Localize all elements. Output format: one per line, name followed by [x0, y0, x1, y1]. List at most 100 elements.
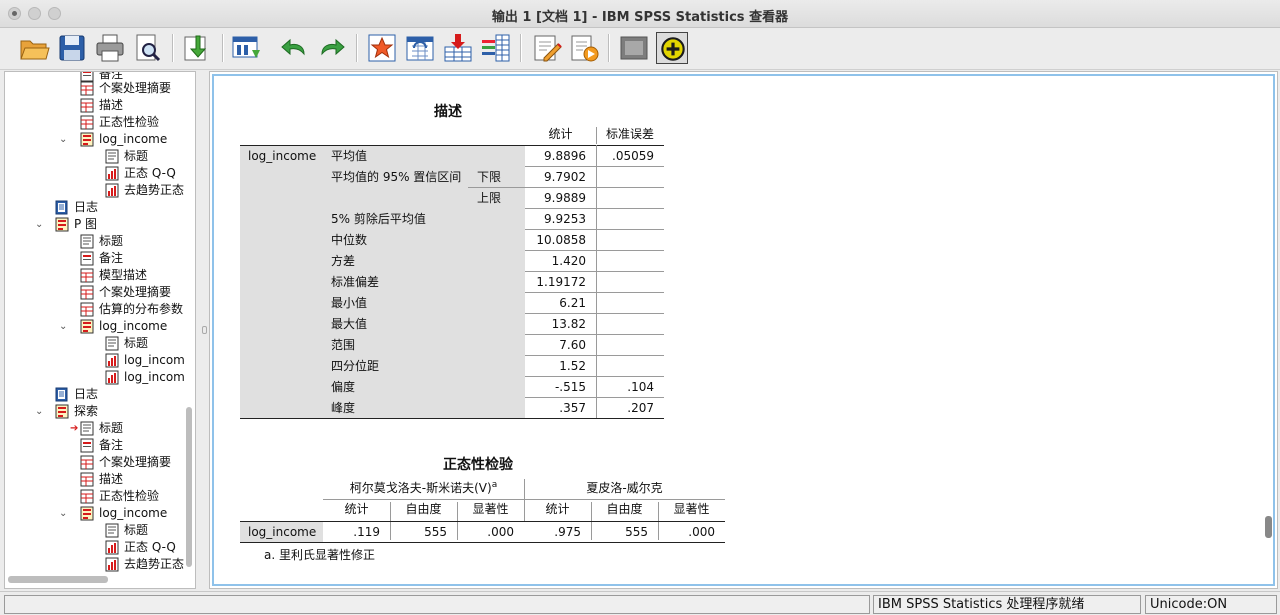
chevron-down-icon[interactable]: ⌄: [59, 318, 67, 335]
row-divider: [525, 334, 664, 335]
descriptives-row-label: 范围: [331, 338, 356, 352]
normality-subheader: 显著性: [472, 502, 509, 516]
add-icon[interactable]: [656, 32, 688, 64]
open-icon[interactable]: [18, 32, 50, 64]
row-divider: [525, 208, 664, 209]
designate-window-icon[interactable]: [618, 32, 650, 64]
row-divider: [525, 250, 664, 251]
descriptives-stat: -.515: [554, 380, 586, 394]
table-bottom-rule: [240, 542, 725, 543]
table-icon: [80, 81, 94, 96]
normality-subheader: 显著性: [673, 502, 710, 516]
descriptives-se: .207: [627, 401, 654, 415]
folder-output-icon: [55, 404, 69, 419]
descriptives-row-label: 中位数: [331, 233, 368, 247]
descriptives-row-label: 最小值: [331, 296, 368, 310]
status-unicode: Unicode:ON: [1145, 595, 1277, 614]
normality-value: .975: [554, 525, 581, 539]
script-icon[interactable]: [530, 32, 562, 64]
print-preview-icon[interactable]: [132, 32, 164, 64]
navigator-horizontal-scrollbar[interactable]: [8, 576, 108, 583]
notes-icon: [80, 251, 94, 266]
window-title: 输出 1 [文档 1] - IBM SPSS Statistics 查看器: [491, 10, 789, 25]
row-divider: [525, 355, 664, 356]
spss-viewer-window: 输出 1 [文档 1] - IBM SPSS Statistics 查看器 备注…: [0, 0, 1280, 615]
descriptives-se: [596, 251, 664, 272]
insert-cases-icon[interactable]: [442, 32, 474, 64]
toolbar-separator: [222, 34, 224, 62]
row-divider: [525, 166, 664, 167]
table-icon: [80, 98, 94, 113]
col-divider: [596, 127, 597, 144]
descriptives-stat: 7.60: [559, 338, 586, 352]
table-icon: [80, 268, 94, 283]
run-script-icon[interactable]: [568, 32, 600, 64]
row-divider: [525, 292, 664, 293]
notes-icon: [80, 438, 94, 453]
chart-icon: [105, 540, 119, 555]
descriptives-variable: log_income: [248, 149, 317, 163]
chevron-down-icon[interactable]: ⌄: [35, 216, 43, 233]
descriptives-row-label: 5% 剪除后平均值: [331, 212, 426, 226]
descriptives-stat: 6.21: [559, 296, 586, 310]
goto-case-icon[interactable]: [366, 32, 398, 64]
status-bar: IBM SPSS Statistics 处理程序就绪 Unicode:ON: [0, 591, 1280, 615]
descriptives-row-label: 上限: [477, 191, 502, 205]
descriptives-stat: 1.420: [551, 254, 586, 268]
undo-icon[interactable]: [278, 32, 310, 64]
toolbar-separator: [520, 34, 522, 62]
log-icon: [55, 387, 69, 402]
toolbar-separator: [608, 34, 610, 62]
goto-data-icon[interactable]: [230, 32, 262, 64]
descriptives-se: [596, 314, 664, 335]
variables-icon[interactable]: [480, 32, 512, 64]
folder-output-icon: [80, 132, 94, 147]
normality-subheader: 统计: [344, 502, 369, 516]
descriptives-row-label: 标准偏差: [331, 275, 380, 289]
normality-value: 555: [424, 525, 447, 539]
splitter-handle-icon[interactable]: [202, 326, 207, 334]
heading-icon: [105, 523, 119, 538]
chevron-down-icon[interactable]: ⌄: [35, 403, 43, 420]
current-item-arrow-icon: ➔: [70, 423, 79, 434]
toolbar: [0, 28, 1280, 70]
table-icon: [80, 302, 94, 317]
chart-icon: [105, 370, 119, 385]
goto-variable-icon[interactable]: [404, 32, 436, 64]
normality-title: 正态性检验: [443, 457, 513, 473]
folder-output-icon: [80, 506, 94, 521]
export-icon[interactable]: [180, 32, 212, 64]
row-divider: [525, 313, 664, 314]
table-icon: [80, 285, 94, 300]
status-empty-field: [4, 595, 870, 614]
title-bar: 输出 1 [文档 1] - IBM SPSS Statistics 查看器: [0, 0, 1280, 28]
chart-icon: [105, 353, 119, 368]
outline-navigator[interactable]: 备注 个案处理摘要 描述 正态性检验 ⌄ log_income 标题 正态 Q-…: [4, 71, 196, 589]
output-pane[interactable]: 描述 统计 标准误差 log_income 平均值的 95% 置信区间 平均值 …: [209, 71, 1278, 589]
chart-icon: [105, 557, 119, 572]
descriptives-row-label: 平均值: [331, 149, 368, 163]
descriptives-row-label: 四分位距: [331, 359, 380, 373]
normality-value: 555: [625, 525, 648, 539]
descriptives-se: [596, 293, 664, 314]
chevron-down-icon[interactable]: ⌄: [59, 505, 67, 522]
navigator-vertical-scrollbar[interactable]: [186, 407, 192, 567]
descriptives-title: 描述: [434, 104, 462, 120]
descriptives-stat: 9.9889: [544, 191, 586, 205]
print-icon[interactable]: [94, 32, 126, 64]
chart-icon: [105, 166, 119, 181]
sw-header: 夏皮洛-威尔克: [586, 481, 663, 495]
normality-value: .000: [487, 525, 514, 539]
output-vertical-scrollbar[interactable]: [1265, 516, 1272, 538]
descriptives-se: [596, 209, 664, 230]
chart-icon: [105, 183, 119, 198]
descriptives-row-label: 峰度: [331, 401, 356, 415]
status-message: IBM SPSS Statistics 处理程序就绪: [873, 595, 1141, 614]
descriptives-row-label: 下限: [477, 170, 502, 184]
chevron-down-icon[interactable]: ⌄: [59, 131, 67, 148]
save-icon[interactable]: [56, 32, 88, 64]
descriptives-stat: .357: [559, 401, 586, 415]
redo-icon[interactable]: [316, 32, 348, 64]
descriptives-stat: 10.0858: [536, 233, 586, 247]
log-icon: [55, 200, 69, 215]
